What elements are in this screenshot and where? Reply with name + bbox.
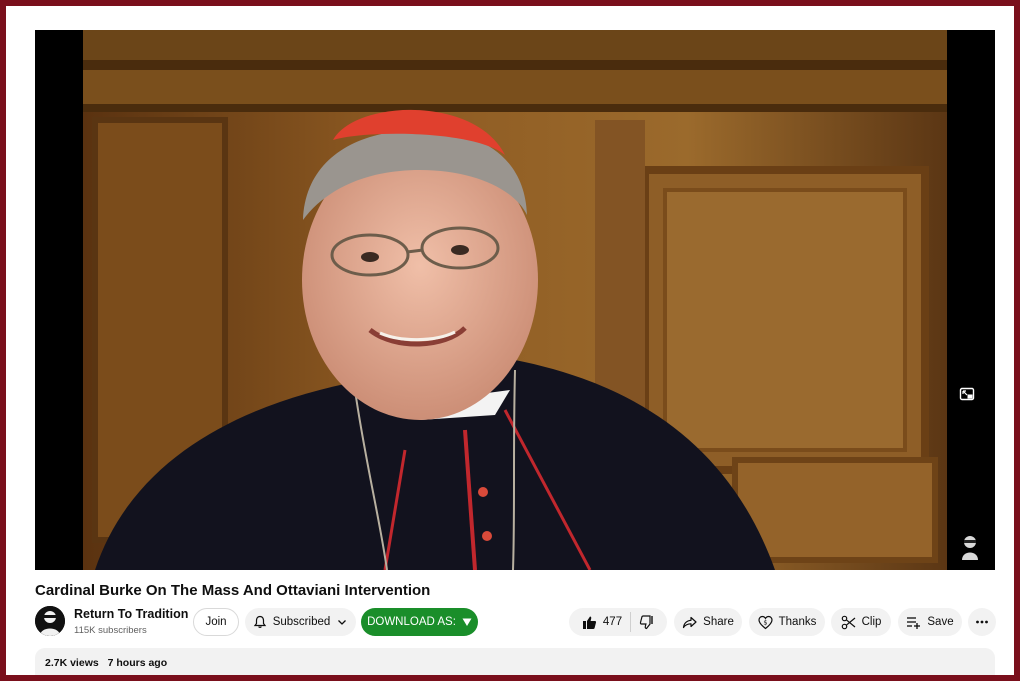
triangle-down-icon	[462, 617, 472, 627]
save-button[interactable]: Save	[898, 608, 962, 636]
channel-name[interactable]: Return To Tradition	[74, 607, 188, 621]
bell-icon	[253, 615, 267, 629]
download-label: DOWNLOAD AS:	[367, 616, 456, 628]
like-button[interactable]: 477	[582, 608, 622, 636]
more-horizontal-icon	[975, 615, 989, 629]
heart-dollar-icon: $	[758, 615, 773, 630]
video-title: Cardinal Burke On The Mass And Ottaviani…	[35, 582, 431, 599]
like-dislike-group: 477	[569, 608, 667, 636]
share-label: Share	[703, 616, 734, 628]
thanks-button[interactable]: $ Thanks	[749, 608, 825, 636]
join-label: Join	[205, 616, 227, 628]
subscriber-count: 115K subscribers	[74, 625, 147, 636]
dislike-button[interactable]	[639, 608, 654, 636]
like-count: 477	[602, 616, 623, 628]
join-button[interactable]: Join	[193, 608, 239, 636]
channel-avatar[interactable]	[35, 606, 65, 636]
miniplayer-icon	[959, 386, 975, 402]
thumbs-up-icon	[582, 615, 597, 630]
more-actions-button[interactable]	[968, 608, 996, 636]
video-player[interactable]	[35, 30, 995, 570]
thumbs-down-icon	[639, 614, 654, 630]
save-label: Save	[927, 616, 954, 628]
channel-watermark[interactable]	[955, 532, 985, 562]
clip-button[interactable]: Clip	[831, 608, 891, 636]
chevron-down-icon	[336, 616, 348, 628]
video-frame[interactable]	[35, 30, 995, 570]
description-box[interactable]: 2.7K views 7 hours ago	[35, 648, 995, 675]
video-actions-row: Return To Tradition 115K subscribers Joi…	[35, 604, 996, 640]
playlist-add-icon	[906, 615, 921, 630]
upload-age: 7 hours ago	[107, 657, 168, 669]
miniplayer-button[interactable]	[952, 379, 982, 409]
like-divider	[630, 612, 632, 632]
view-count: 2.7K views	[45, 657, 99, 669]
scissors-icon	[841, 615, 856, 630]
subscribed-label: Subscribed	[272, 616, 331, 628]
share-button[interactable]: Share	[674, 608, 742, 636]
page-frame: Cardinal Burke On The Mass And Ottaviani…	[6, 6, 1014, 675]
share-arrow-icon	[682, 615, 697, 630]
svg-text:$: $	[763, 618, 767, 626]
thanks-label: Thanks	[778, 616, 817, 628]
subscribed-button[interactable]: Subscribed	[245, 608, 356, 636]
clip-label: Clip	[861, 616, 882, 628]
download-button[interactable]: DOWNLOAD AS:	[361, 608, 478, 636]
video-stats: 2.7K views 7 hours ago	[45, 657, 167, 669]
